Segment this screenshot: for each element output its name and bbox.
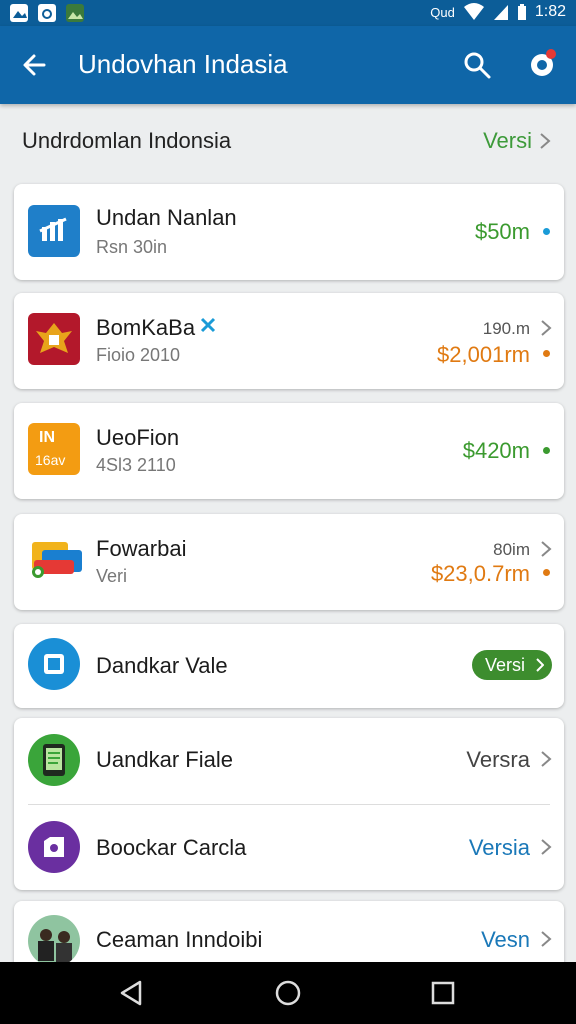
section-version-link[interactable]: Versi — [483, 128, 532, 154]
notification-photo-icon — [66, 4, 84, 22]
page-title: Undovhan Indasia — [78, 49, 288, 79]
secondary-value: 80im — [493, 540, 530, 559]
app-name: Fowarbai — [96, 536, 187, 561]
chevron-right-icon[interactable] — [540, 930, 552, 948]
back-nav-icon[interactable] — [116, 978, 146, 1008]
section-title: Undrdomlan Indonsia — [22, 128, 232, 153]
list-card[interactable]: Dandkar Vale Versi — [14, 624, 564, 708]
app-name: Dandkar Vale — [96, 653, 228, 678]
app-subtitle: Rsn 30in — [96, 237, 168, 257]
people-photo-icon — [28, 915, 80, 967]
version-link[interactable]: Vesn — [481, 927, 530, 953]
blue-circle-app-icon — [28, 638, 80, 690]
price-value: $50m — [474, 219, 530, 244]
list-card[interactable]: Undan Nanlan Rsn 30in $50m — [14, 184, 564, 280]
status-dot — [543, 228, 550, 235]
price-value: $420m — [462, 438, 530, 463]
secondary-value: 190.m — [482, 319, 530, 338]
app-name: UeoFion — [96, 425, 180, 450]
notification-image-icon — [10, 4, 28, 22]
app-name: Undan Nanlan — [96, 205, 237, 230]
system-nav-bar — [0, 962, 576, 1024]
status-bar: Qud 1:82 — [0, 0, 576, 26]
recents-nav-icon[interactable] — [428, 978, 458, 1008]
cell-signal-icon — [493, 5, 508, 20]
list-card: Uandkar Fiale Versra Boockar Carcla Vers… — [14, 718, 564, 890]
app-name: Boockar Carcla — [96, 835, 247, 860]
chevron-right-icon — [536, 658, 544, 672]
app-subtitle: Fioio 2010 — [96, 345, 181, 365]
app-bar: Undovhan Indasia — [0, 26, 576, 104]
search-icon[interactable] — [462, 50, 492, 80]
back-arrow-icon[interactable] — [20, 50, 50, 80]
app-subtitle: Veri — [96, 566, 128, 586]
version-link[interactable]: Versra — [466, 747, 530, 773]
price-value: $23,0.7rm — [430, 561, 530, 586]
chevron-right-icon[interactable] — [540, 540, 552, 558]
wifi-icon — [463, 3, 484, 20]
chart-app-icon — [28, 205, 80, 257]
chevron-right-icon[interactable] — [538, 131, 552, 151]
list-card[interactable]: Fowarbai Veri 80im $23,0.7rm — [14, 514, 564, 610]
signal-text: Qud — [430, 4, 455, 20]
battery-icon — [517, 4, 526, 20]
app-subtitle: 4Sl3 2110 — [96, 455, 176, 475]
purple-circle-app-icon — [28, 821, 80, 873]
chevron-right-icon[interactable] — [540, 319, 552, 337]
app-name: BomKaBa — [96, 315, 196, 340]
pill-label: Versi — [485, 655, 526, 675]
gear-icon[interactable] — [526, 48, 558, 80]
notification-camera-icon — [38, 4, 56, 22]
price-value: $2,001rm — [437, 342, 530, 367]
icon-text-bottom: 16av — [35, 452, 66, 468]
home-nav-icon[interactable] — [273, 978, 303, 1008]
folders-app-icon — [28, 534, 82, 586]
clock: 1:82 — [534, 3, 566, 20]
list-card[interactable]: BomKaBa Fioio 2010 190.m $2,001rm — [14, 293, 564, 389]
icon-text-top: IN — [39, 429, 55, 446]
chevron-right-icon[interactable] — [540, 750, 552, 768]
orange-app-icon: IN 16av — [28, 423, 80, 475]
star-badge-icon — [200, 317, 216, 333]
list-card[interactable]: IN 16av UeoFion 4Sl3 2110 $420m — [14, 403, 564, 499]
list-item[interactable]: Boockar Carcla Versia — [14, 804, 564, 890]
version-link[interactable]: Versia — [469, 835, 530, 861]
app-name: Ceaman Inndoibi — [96, 927, 263, 952]
status-dot — [543, 569, 550, 576]
garuda-emblem-icon — [28, 313, 80, 365]
chevron-right-icon[interactable] — [540, 838, 552, 856]
list-item[interactable]: Uandkar Fiale Versra — [14, 718, 564, 804]
section-header: Undrdomlan Indonsia Versi — [22, 125, 556, 159]
status-dot — [543, 447, 550, 454]
tablet-app-icon — [28, 734, 80, 786]
app-name: Uandkar Fiale — [96, 747, 233, 772]
status-dot — [543, 350, 550, 357]
version-pill-button[interactable]: Versi — [472, 650, 552, 680]
